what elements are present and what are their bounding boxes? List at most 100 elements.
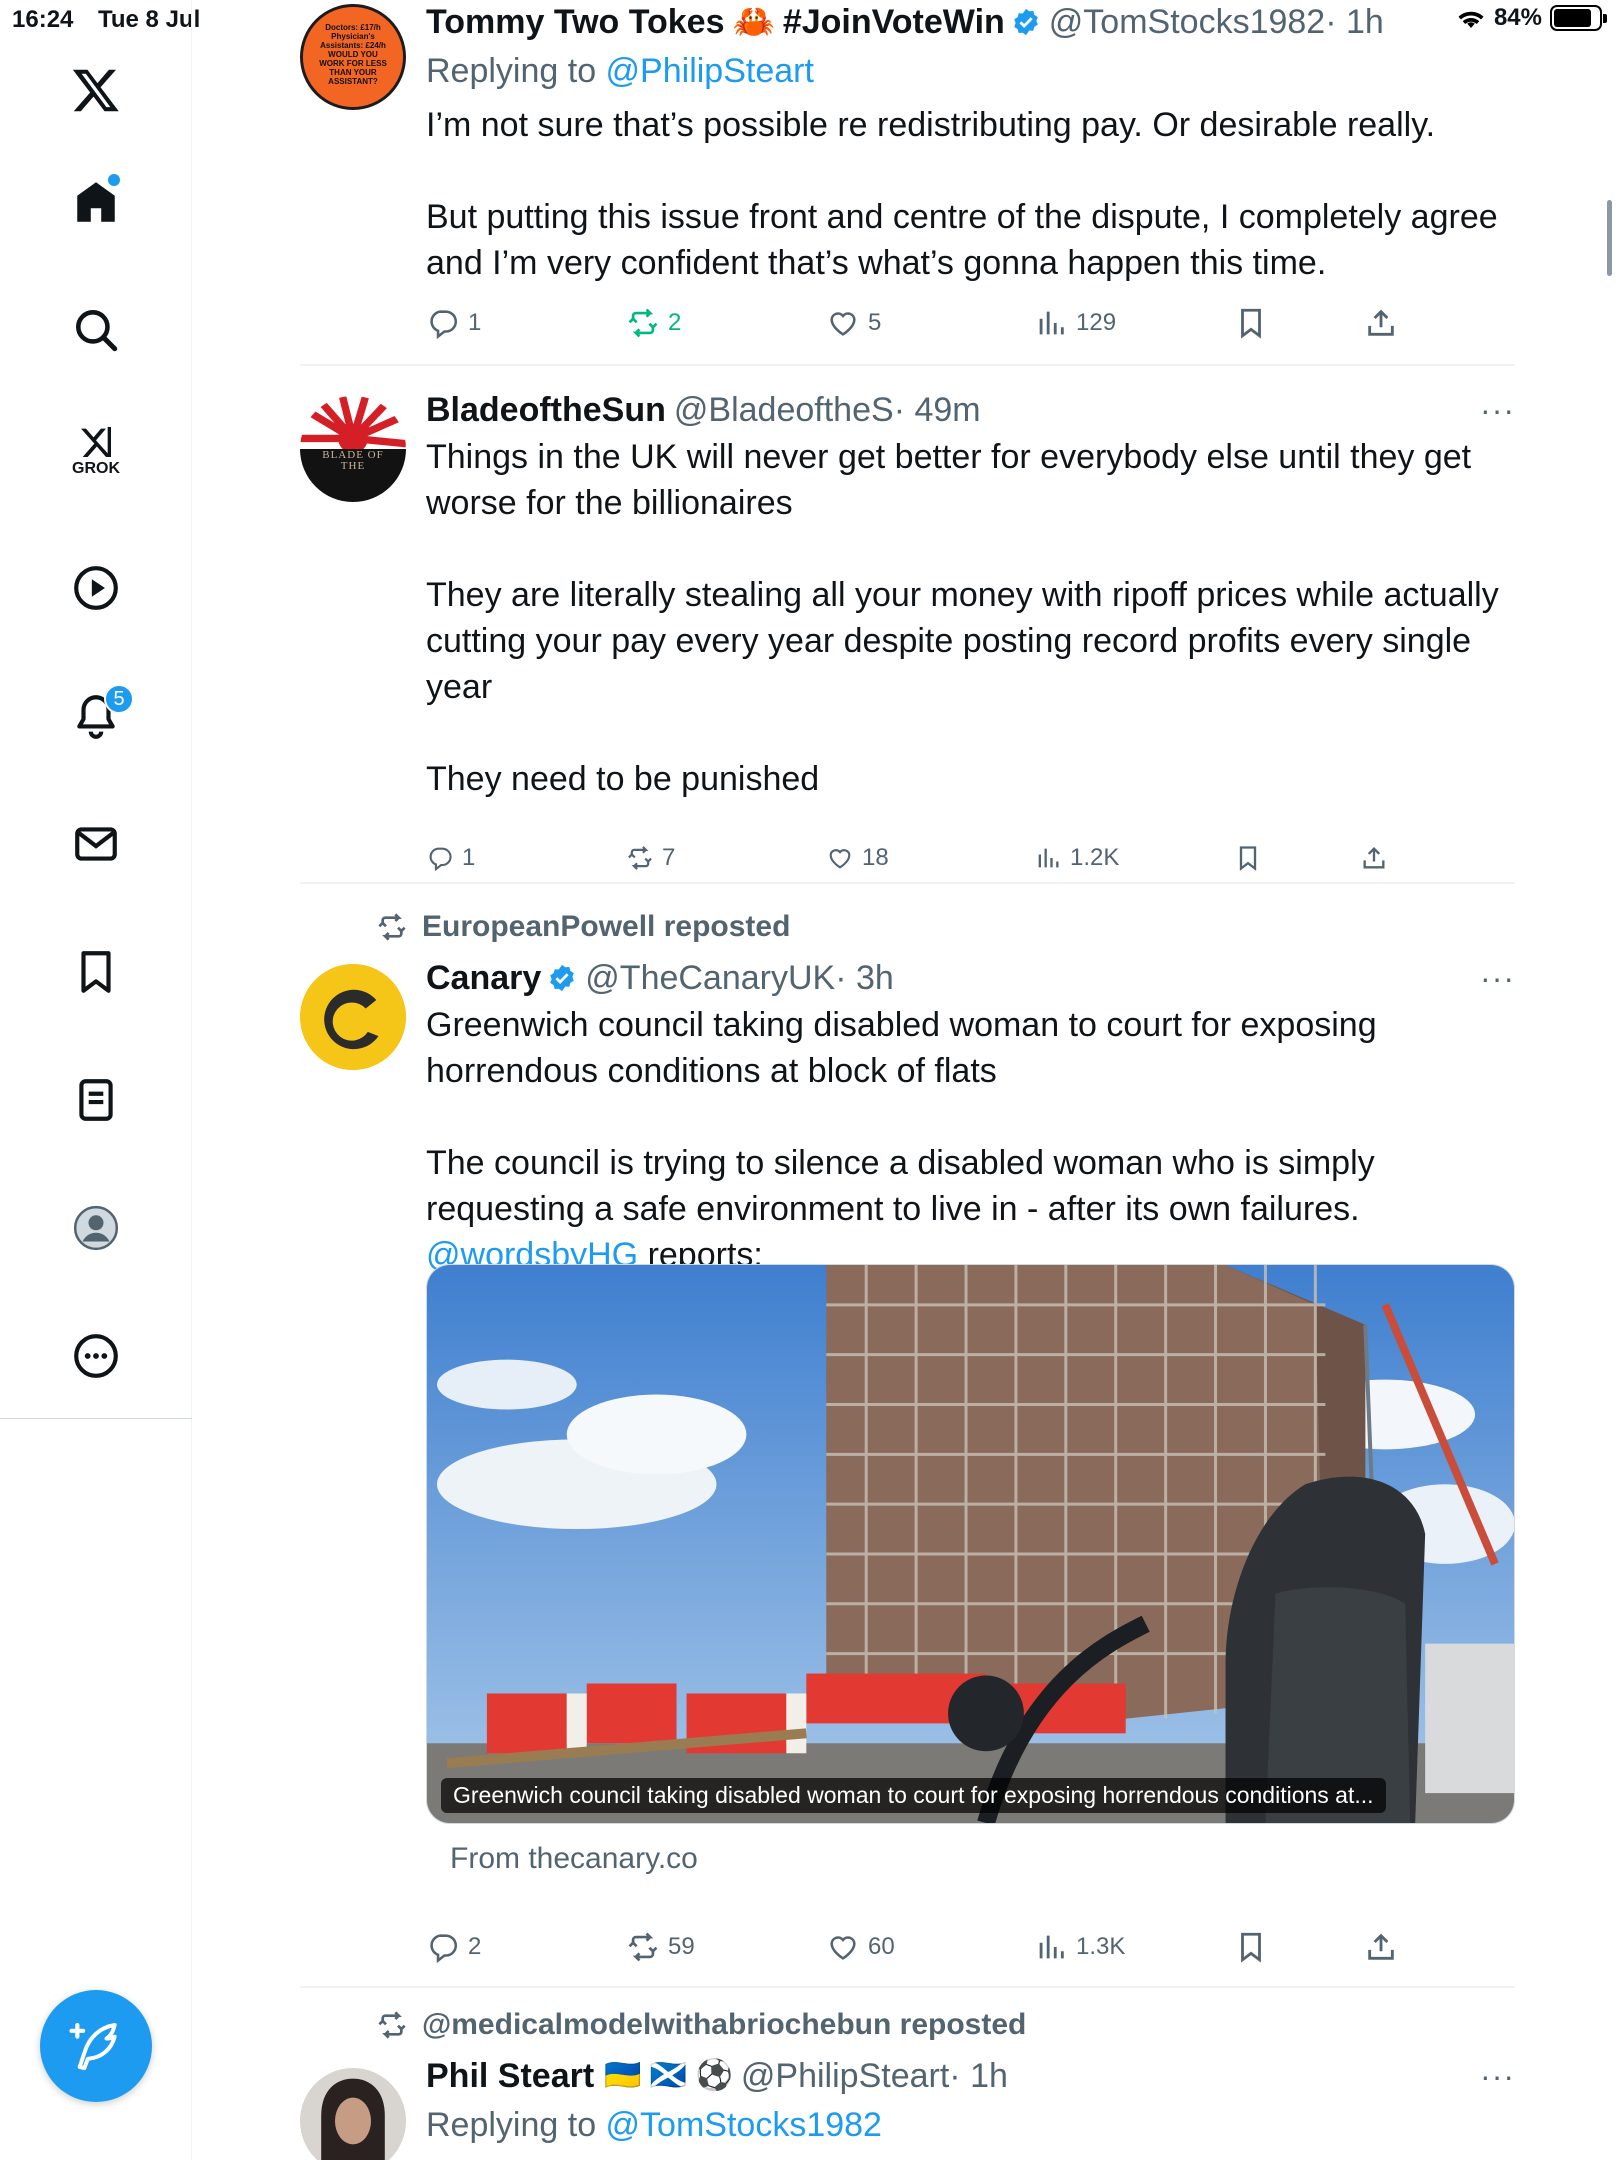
reply-count: 1	[468, 309, 482, 336]
share-button[interactable]	[1364, 306, 1398, 340]
bookmark-button[interactable]	[1234, 844, 1262, 872]
x-logo-button[interactable]	[56, 50, 136, 130]
share-button[interactable]	[1364, 1930, 1398, 1964]
repost-icon	[628, 1932, 658, 1962]
sidebar: GROK 5	[0, 0, 192, 2160]
author-name[interactable]: Canary	[426, 956, 541, 1000]
tweet-actions: 1 2 5 129	[426, 306, 1426, 346]
author-name[interactable]: Tommy Two Tokes	[426, 0, 724, 44]
repost-button[interactable]: 2	[626, 306, 681, 340]
bookmark-icon	[81, 951, 111, 993]
reposted-by-label: EuropeanPowell reposted	[422, 910, 791, 943]
like-button[interactable]: 5	[826, 306, 881, 340]
sidebar-divider	[0, 1418, 192, 1419]
reply-button[interactable]: 2	[426, 1930, 481, 1964]
avatar[interactable]	[300, 2068, 406, 2160]
bookmark-icon	[1241, 1932, 1261, 1963]
avatar[interactable]: Doctors: £17/h Physician's Assistants: £…	[300, 4, 406, 110]
avatar[interactable]: BLADE OF THE	[300, 396, 406, 502]
compose-button[interactable]	[40, 1990, 152, 2102]
like-count: 5	[868, 309, 882, 336]
replying-handle[interactable]: @TomStocks1982	[606, 2106, 882, 2144]
tweet-paragraph: They are literally stealing all your mon…	[426, 576, 1499, 706]
repost-icon	[628, 846, 652, 870]
author-handle[interactable]: @BladeoftheS	[674, 388, 894, 432]
tweet-time[interactable]: · 1h	[949, 2054, 1008, 2098]
tweet-header: Canary @TheCanaryUK · 3h ···	[426, 956, 1515, 1000]
author-name[interactable]: BladeoftheSun	[426, 388, 666, 432]
repost-count: 7	[662, 844, 676, 871]
tweet-4[interactable]: @medicalmodelwithabriochebun reposted Ph…	[300, 1988, 1515, 2160]
views-button[interactable]: 1.3K	[1034, 1930, 1125, 1964]
repost-icon	[628, 308, 658, 338]
views-icon	[1039, 311, 1064, 335]
repost-icon	[378, 913, 406, 941]
tweet-paragraph: Things in the UK will never get better f…	[426, 438, 1472, 522]
bookmark-button[interactable]	[1234, 1930, 1268, 1964]
nav-lists[interactable]	[56, 1060, 136, 1140]
repost-button[interactable]: 7	[626, 844, 675, 872]
nav-profile[interactable]	[56, 1188, 136, 1268]
tweet-paragraph: They need to be punished	[426, 760, 820, 798]
views-button[interactable]: 129	[1034, 306, 1116, 340]
more-options-button[interactable]: ···	[1480, 388, 1515, 432]
like-icon	[830, 312, 856, 336]
reply-button[interactable]: 1	[426, 844, 475, 872]
tweet-paragraph: I’m not sure that’s possible re redistri…	[426, 106, 1436, 144]
share-button[interactable]	[1360, 844, 1388, 872]
card-source[interactable]: From thecanary.co	[450, 1842, 698, 1876]
crab-emoji-icon: 🦀	[732, 3, 775, 41]
reposted-by[interactable]: EuropeanPowell reposted	[376, 910, 790, 944]
reposted-by[interactable]: @medicalmodelwithabriochebun reposted	[376, 2008, 1026, 2042]
nav-search[interactable]	[56, 290, 136, 370]
more-options-button[interactable]: ···	[1480, 2054, 1515, 2098]
more-options-button[interactable]: ···	[1480, 956, 1515, 1000]
home-unread-dot	[108, 174, 120, 186]
tweet-1[interactable]: Doctors: £17/h Physician's Assistants: £…	[300, 0, 1515, 366]
replying-handle[interactable]: @PhilipSteart	[606, 52, 814, 90]
views-button[interactable]: 1.2K	[1034, 844, 1119, 872]
author-name-extra[interactable]: #JoinVoteWin	[783, 0, 1005, 44]
nav-more[interactable]	[56, 1316, 136, 1396]
reply-icon	[430, 1934, 458, 1964]
notifications-badge: 5	[104, 684, 134, 714]
repost-button[interactable]: 59	[626, 1930, 695, 1964]
tweet-time[interactable]: · 1h	[1325, 0, 1384, 44]
avatar[interactable]	[300, 964, 406, 1070]
reply-button[interactable]: 1	[426, 306, 481, 340]
search-icon	[76, 310, 118, 352]
repost-icon	[378, 2011, 406, 2039]
tweet-actions: 1 7 18 1.2K	[426, 844, 1426, 884]
reply-count: 1	[462, 844, 476, 871]
nav-notifications[interactable]: 5	[56, 676, 136, 756]
author-handle[interactable]: @TheCanaryUK	[585, 956, 835, 1000]
nav-grok[interactable]: GROK	[56, 410, 136, 490]
replying-to: Replying to @PhilipSteart	[426, 48, 1515, 94]
tweet-time[interactable]: · 3h	[835, 956, 894, 1000]
like-button[interactable]: 60	[826, 1930, 895, 1964]
link-card-image[interactable]: Greenwich council taking disabled woman …	[426, 1264, 1515, 1824]
views-count: 1.2K	[1070, 844, 1120, 871]
author-handle[interactable]: @PhilipSteart	[741, 2054, 949, 2098]
tweet-time[interactable]: · 49m	[894, 388, 981, 432]
repost-count: 59	[668, 1933, 695, 1960]
like-button[interactable]: 18	[826, 844, 889, 872]
views-icon	[1039, 1935, 1064, 1959]
author-name[interactable]: Phil Steart	[426, 2054, 594, 2098]
nav-bookmarks[interactable]	[56, 932, 136, 1012]
author-handle[interactable]: @TomStocks1982	[1049, 0, 1325, 44]
battery-icon	[1550, 5, 1607, 31]
views-icon	[1038, 848, 1059, 868]
nav-video[interactable]	[56, 548, 136, 628]
video-icon	[74, 566, 118, 610]
tweet-3[interactable]: EuropeanPowell reposted Canary @TheCanar…	[300, 884, 1515, 1988]
nav-home[interactable]	[56, 162, 136, 242]
bookmark-button[interactable]	[1234, 306, 1268, 340]
like-icon	[829, 849, 851, 869]
replying-prefix: Replying to	[426, 2106, 606, 2144]
scroll-indicator[interactable]	[1607, 200, 1612, 276]
tweet-text: Greenwich council taking disabled woman …	[426, 1002, 1515, 1278]
author-flags: 🇺🇦 🏴󠁧󠁢󠁳󠁣󠁴󠁿 ⚽	[604, 2059, 733, 2092]
tweet-2[interactable]: BLADE OF THE BladeoftheSun @BladeoftheS …	[300, 366, 1515, 884]
nav-messages[interactable]	[56, 804, 136, 884]
